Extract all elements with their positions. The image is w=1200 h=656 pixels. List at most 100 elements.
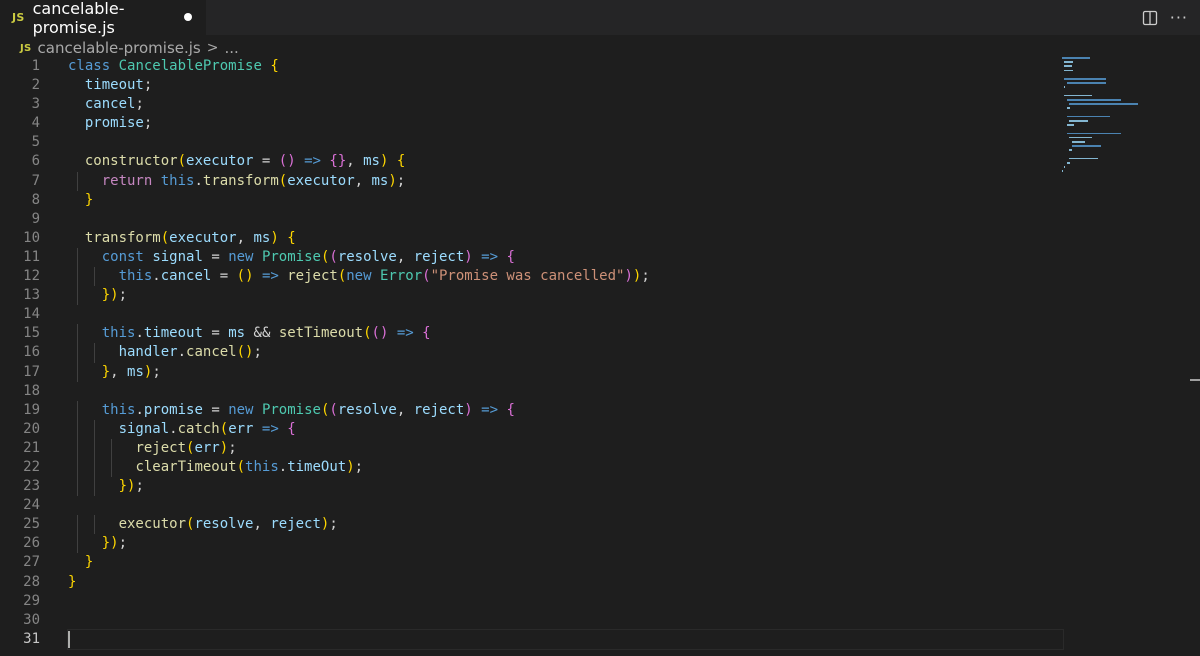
code-line[interactable] <box>68 382 1063 401</box>
line-number: 28 <box>23 573 40 590</box>
code-line[interactable]: this.cancel = () => reject(new Error("Pr… <box>68 267 1063 287</box>
code-line[interactable]: class CancelablePromise { <box>68 57 1063 76</box>
code-text: class CancelablePromise { <box>68 58 279 74</box>
breadcrumb-file[interactable]: cancelable-promise.js <box>38 39 201 57</box>
code-line[interactable] <box>68 305 1063 324</box>
scrollbar-cursor-marker <box>1190 379 1200 381</box>
code-line[interactable]: }); <box>68 286 1063 306</box>
line-number: 31 <box>23 630 40 647</box>
code-line[interactable]: clearTimeout(this.timeOut); <box>68 457 1063 478</box>
code-line[interactable] <box>68 210 1063 229</box>
indent-guide <box>111 457 113 478</box>
code-line[interactable] <box>68 133 1063 152</box>
minimap-line <box>1066 99 1121 101</box>
indent-guide <box>94 515 96 535</box>
code-text: const signal = new Promise((resolve, rej… <box>101 248 515 265</box>
line-number: 16 <box>23 344 40 361</box>
minimap-line <box>1071 145 1102 147</box>
indent-guide <box>77 438 79 458</box>
line-number: 4 <box>31 115 40 132</box>
code-text: handler.cancel(); <box>118 344 262 361</box>
code-text: clearTimeout(this.timeOut); <box>135 458 364 475</box>
more-actions-icon[interactable]: ··· <box>1170 8 1188 27</box>
code-editor[interactable]: 1 2 3 4 5 6 7 8 9 10 11 12 13 14 15 16 17 18 19 20 21 22 23 24 2… <box>0 57 1200 656</box>
code-line[interactable]: executor(resolve, reject); <box>68 515 1063 535</box>
code-line[interactable]: timeout; <box>68 76 1063 95</box>
indent-guide <box>94 419 96 439</box>
code-text: constructor(executor = () => {}, ms) { <box>84 153 406 170</box>
line-number: 21 <box>23 439 40 456</box>
line-number: 14 <box>23 306 40 323</box>
minimap-line <box>1064 86 1066 88</box>
code-line[interactable]: reject(err); <box>68 438 1063 458</box>
indent-guide <box>77 362 79 382</box>
indent-guide <box>77 477 79 497</box>
line-number: 27 <box>23 554 40 571</box>
line-number: 9 <box>31 210 40 227</box>
code-text: signal.catch(err => { <box>118 420 296 437</box>
line-number: 18 <box>23 382 40 399</box>
code-line[interactable]: transform(executor, ms) { <box>68 229 1063 248</box>
line-number: 29 <box>23 592 40 609</box>
breadcrumb-symbols[interactable]: ... <box>225 39 239 57</box>
code-text: }); <box>118 478 144 495</box>
code-text: return this.transform(executor, ms); <box>101 172 406 189</box>
code-line[interactable]: }, ms); <box>68 362 1063 382</box>
indent-guide <box>77 534 79 554</box>
line-number: 5 <box>31 134 40 151</box>
js-file-icon: JS <box>20 42 32 54</box>
minimap[interactable] <box>1062 57 1182 187</box>
indent-guide <box>77 457 79 478</box>
line-number: 10 <box>23 229 40 246</box>
indent-guide <box>77 267 79 287</box>
code-line[interactable]: signal.catch(err => { <box>68 419 1063 439</box>
code-line[interactable] <box>67 628 1064 650</box>
minimap-line <box>1069 103 1139 105</box>
code-line[interactable]: const signal = new Promise((resolve, rej… <box>68 247 1063 268</box>
code-line[interactable]: this.timeout = ms && setTimeout(() => { <box>68 324 1063 344</box>
code-line[interactable]: constructor(executor = () => {}, ms) { <box>68 152 1063 171</box>
code-line[interactable] <box>68 496 1063 515</box>
code-line[interactable]: } <box>68 573 1063 592</box>
unsaved-dot-icon[interactable] <box>184 13 192 21</box>
line-number: 15 <box>23 325 40 342</box>
indent-guide <box>77 419 79 439</box>
tab-title: cancelable-promise.js <box>32 0 125 37</box>
code-line[interactable] <box>68 592 1063 611</box>
code-line[interactable]: handler.cancel(); <box>68 343 1063 363</box>
code-line[interactable]: } <box>68 191 1063 210</box>
line-number: 24 <box>23 497 40 514</box>
minimap-line <box>1062 170 1064 172</box>
code-line[interactable]: }); <box>68 477 1063 497</box>
minimap-line <box>1066 82 1107 84</box>
line-number: 19 <box>23 401 40 418</box>
code-line[interactable] <box>68 611 1063 630</box>
code-line[interactable]: promise; <box>68 114 1063 133</box>
minimap-line <box>1066 107 1071 109</box>
minimap-line <box>1066 132 1121 135</box>
code-line[interactable]: this.promise = new Promise((resolve, rej… <box>68 400 1063 420</box>
code-text: this.cancel = () => reject(new Error("Pr… <box>118 268 650 285</box>
minimap-line <box>1071 141 1085 143</box>
code-line[interactable]: cancel; <box>68 95 1063 114</box>
minimap-line <box>1064 166 1066 168</box>
split-editor-icon[interactable] <box>1142 10 1158 26</box>
minimap-line <box>1066 115 1110 118</box>
code-line[interactable]: return this.transform(executor, ms); <box>68 171 1063 191</box>
line-number: 11 <box>23 248 40 265</box>
code-area[interactable]: class CancelablePromise { timeout; cance… <box>67 57 1064 650</box>
editor-tab[interactable]: JS cancelable-promise.js <box>0 0 206 37</box>
code-line[interactable]: } <box>68 553 1063 572</box>
code-text: } <box>84 554 94 571</box>
code-line[interactable]: }); <box>68 534 1063 554</box>
line-number: 26 <box>23 535 40 552</box>
line-number: 30 <box>23 611 40 628</box>
indent-guide <box>77 171 79 191</box>
minimap-line <box>1066 162 1071 164</box>
indent-guide <box>94 438 96 458</box>
minimap-line <box>1069 136 1093 139</box>
code-text: timeout; <box>84 77 153 94</box>
minimap-line <box>1066 124 1075 126</box>
minimap-line <box>1069 120 1088 122</box>
indent-guide <box>94 457 96 478</box>
